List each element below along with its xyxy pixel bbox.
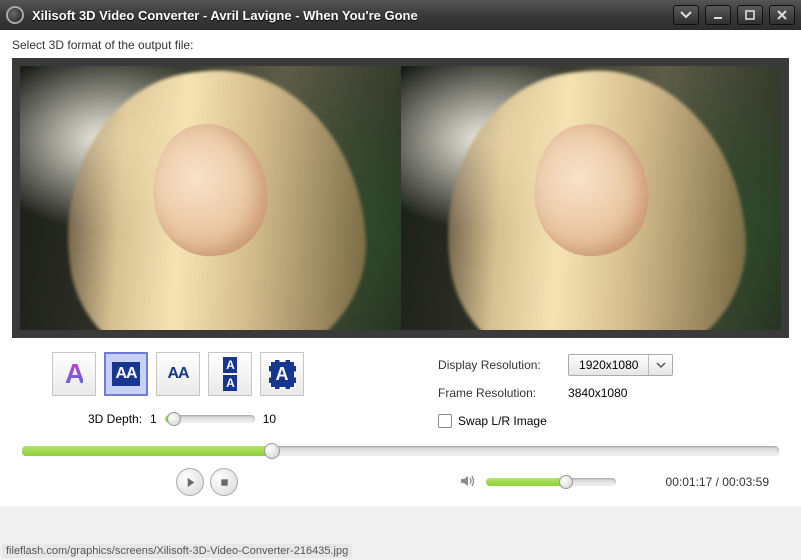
maximize-button[interactable] xyxy=(737,5,763,25)
format-sbs-half[interactable]: AA xyxy=(156,352,200,396)
play-icon xyxy=(185,477,196,488)
swap-lr-label: Swap L/R Image xyxy=(458,414,547,428)
depth-slider-knob[interactable] xyxy=(167,412,181,426)
depth-label: 3D Depth: xyxy=(88,412,142,426)
display-resolution-select[interactable]: 1920x1080 xyxy=(568,354,673,376)
timecode: 00:01:17 / 00:03:59 xyxy=(666,475,769,489)
chevron-down-icon xyxy=(648,355,672,375)
depth-max: 10 xyxy=(263,412,276,426)
dropdown-button[interactable] xyxy=(673,5,699,25)
window-title: Xilisoft 3D Video Converter - Avril Lavi… xyxy=(32,8,667,23)
status-path: fileflash.com/graphics/screens/Xilisoft-… xyxy=(2,544,352,558)
volume-slider-fill xyxy=(486,478,567,486)
depth-min: 1 xyxy=(150,412,157,426)
format-sbs-full[interactable]: AA xyxy=(104,352,148,396)
preview-left xyxy=(20,66,401,330)
volume-slider-knob[interactable] xyxy=(559,475,573,489)
format-selector: A AA AA A A A xyxy=(52,352,398,396)
close-icon xyxy=(776,9,788,21)
seek-slider-fill xyxy=(22,446,272,456)
stop-icon xyxy=(219,477,230,488)
app-icon xyxy=(6,6,24,24)
video-preview[interactable] xyxy=(20,66,781,330)
swap-lr-checkbox[interactable] xyxy=(438,414,452,428)
stop-button[interactable] xyxy=(210,468,238,496)
preview-container xyxy=(12,58,789,338)
top-bottom-icon: A A xyxy=(223,357,237,391)
sbs-half-icon: AA xyxy=(164,362,191,386)
outline-icon: A xyxy=(269,360,296,389)
display-resolution-label: Display Resolution: xyxy=(438,358,558,372)
frame-resolution-label: Frame Resolution: xyxy=(438,386,558,400)
volume-slider[interactable] xyxy=(486,478,616,486)
format-anaglyph[interactable]: A xyxy=(52,352,96,396)
format-top-bottom[interactable]: A A xyxy=(208,352,252,396)
preview-right xyxy=(401,66,782,330)
minimize-icon xyxy=(712,9,724,21)
seek-slider[interactable] xyxy=(22,446,779,456)
chevron-down-icon xyxy=(680,9,692,21)
instruction-label: Select 3D format of the output file: xyxy=(12,38,789,52)
depth-slider[interactable] xyxy=(165,415,255,423)
depth-control: 3D Depth: 1 10 xyxy=(88,412,398,426)
seek-slider-knob[interactable] xyxy=(264,443,280,459)
anaglyph-icon: A xyxy=(65,358,83,390)
maximize-icon xyxy=(744,9,756,21)
minimize-button[interactable] xyxy=(705,5,731,25)
sbs-full-icon: AA xyxy=(112,362,139,386)
close-button[interactable] xyxy=(769,5,795,25)
seek-bar-container xyxy=(22,446,779,456)
title-bar: Xilisoft 3D Video Converter - Avril Lavi… xyxy=(0,0,801,30)
play-button[interactable] xyxy=(176,468,204,496)
format-outline[interactable]: A xyxy=(260,352,304,396)
volume-icon[interactable] xyxy=(460,474,476,491)
display-resolution-value: 1920x1080 xyxy=(569,358,648,372)
frame-resolution-value: 3840x1080 xyxy=(568,386,627,400)
